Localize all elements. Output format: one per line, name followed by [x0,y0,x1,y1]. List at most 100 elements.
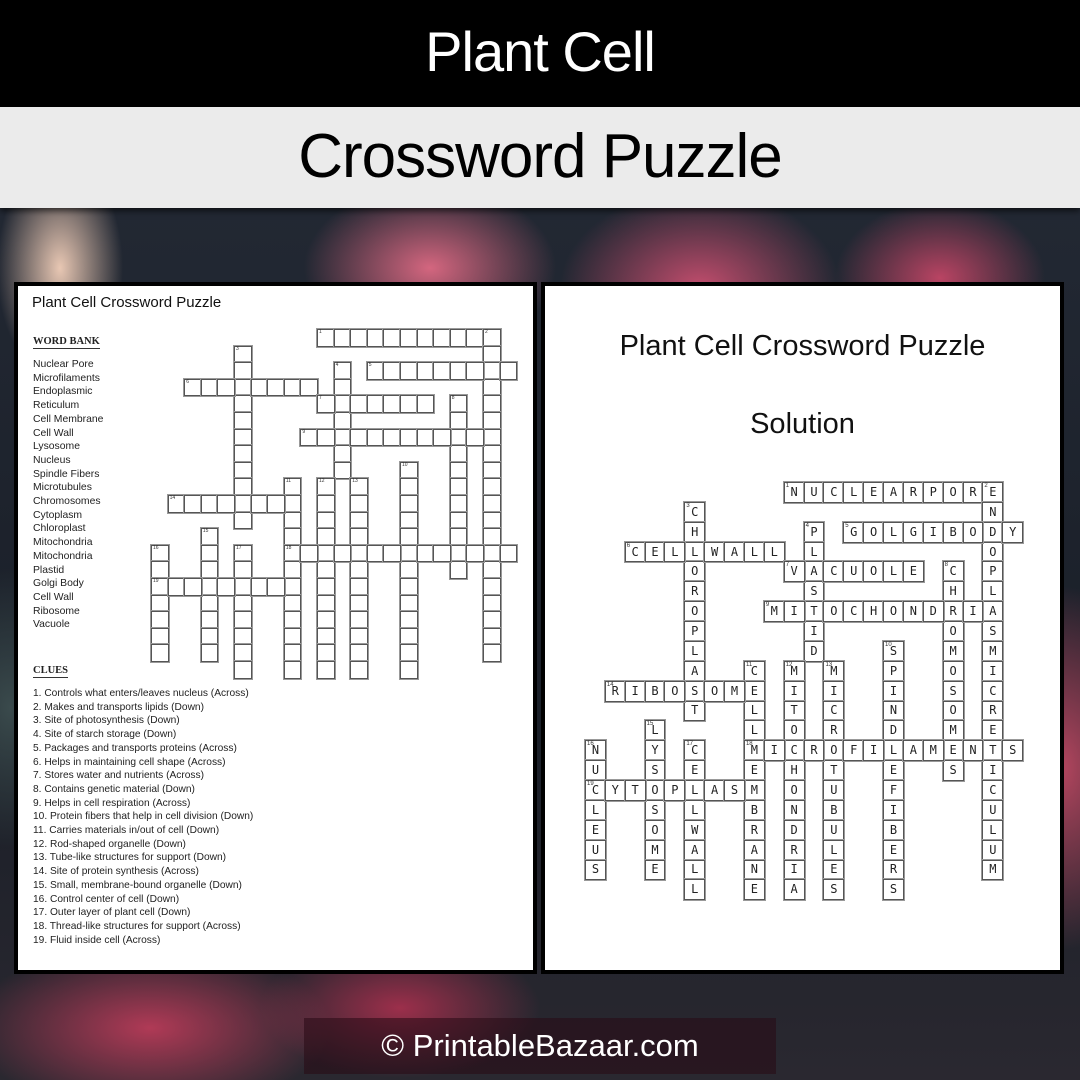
grid-cell[interactable] [332,411,353,431]
grid-cell[interactable] [482,344,502,365]
grid-cell[interactable] [216,494,236,514]
grid-cell[interactable] [448,494,469,514]
grid-cell[interactable] [282,593,303,614]
grid-cell[interactable]: 7 [316,394,336,414]
grid-cell[interactable] [498,543,519,564]
grid-cell[interactable] [233,610,253,630]
grid-cell[interactable] [399,328,419,348]
grid-cell[interactable]: 19 [150,577,170,597]
grid-cell[interactable] [482,560,502,580]
grid-cell[interactable] [199,494,220,514]
grid-cell[interactable] [233,660,253,680]
grid-cell[interactable] [349,328,369,348]
grid-cell[interactable] [183,577,203,597]
grid-cell[interactable]: 18 [282,543,303,564]
grid-cell[interactable] [166,577,187,597]
grid-cell[interactable] [316,494,336,514]
grid-cell[interactable] [233,444,253,464]
grid-cell[interactable]: 6 [183,377,203,398]
grid-cell[interactable] [150,593,170,614]
grid-cell[interactable] [399,494,419,514]
grid-cell[interactable]: 9 [299,427,319,448]
grid-cell[interactable] [282,377,303,398]
grid-cell[interactable] [382,427,402,448]
grid-cell[interactable] [266,377,286,398]
grid-cell[interactable] [150,643,170,663]
grid-cell[interactable] [365,394,386,414]
grid-cell[interactable] [482,543,502,564]
grid-cell[interactable] [482,361,502,381]
grid-cell[interactable] [399,560,419,580]
grid-cell[interactable] [233,626,253,647]
grid-cell[interactable] [482,577,502,597]
grid-cell[interactable]: 14 [166,494,187,514]
grid-cell[interactable] [332,394,353,414]
grid-cell[interactable] [498,361,519,381]
grid-cell[interactable] [233,510,253,531]
grid-cell[interactable] [399,626,419,647]
grid-cell[interactable] [399,427,419,448]
grid-cell[interactable] [415,361,436,381]
grid-cell[interactable] [432,361,452,381]
grid-cell[interactable] [349,577,369,597]
grid-cell[interactable] [183,494,203,514]
grid-cell[interactable] [233,411,253,431]
grid-cell[interactable] [349,610,369,630]
grid-cell[interactable] [282,610,303,630]
grid-cell[interactable] [216,577,236,597]
grid-cell[interactable] [282,660,303,680]
grid-cell[interactable] [482,477,502,497]
grid-cell[interactable] [233,477,253,497]
grid-cell[interactable] [415,328,436,348]
grid-cell[interactable]: 16 [150,543,170,564]
grid-cell[interactable] [349,494,369,514]
grid-cell[interactable]: 2 [482,328,502,348]
grid-cell[interactable] [316,577,336,597]
grid-cell[interactable] [448,427,469,448]
grid-cell[interactable] [349,427,369,448]
grid-cell[interactable] [465,361,485,381]
grid-cell[interactable]: 8 [448,394,469,414]
grid-cell[interactable] [282,527,303,547]
grid-cell[interactable] [282,643,303,663]
grid-cell[interactable] [299,377,319,398]
grid-cell[interactable]: 1 [316,328,336,348]
grid-cell[interactable] [349,394,369,414]
grid-cell[interactable] [482,593,502,614]
grid-cell[interactable] [382,394,402,414]
grid-cell[interactable] [316,560,336,580]
grid-cell[interactable] [199,560,220,580]
grid-cell[interactable] [482,427,502,448]
grid-cell[interactable]: 5 [365,361,386,381]
grid-cell[interactable] [332,328,353,348]
grid-cell[interactable] [482,494,502,514]
grid-cell[interactable] [199,626,220,647]
grid-cell[interactable] [316,660,336,680]
grid-cell[interactable] [282,560,303,580]
grid-cell[interactable] [448,560,469,580]
grid-cell[interactable] [399,477,419,497]
grid-cell[interactable] [233,577,253,597]
grid-cell[interactable] [349,593,369,614]
grid-cell[interactable] [216,377,236,398]
grid-cell[interactable] [233,643,253,663]
grid-cell[interactable] [399,643,419,663]
grid-cell[interactable] [365,328,386,348]
grid-cell[interactable] [432,427,452,448]
grid-cell[interactable] [332,460,353,481]
grid-cell[interactable] [150,610,170,630]
grid-cell[interactable] [316,543,336,564]
grid-cell[interactable] [199,377,220,398]
grid-cell[interactable] [316,593,336,614]
grid-cell[interactable] [482,510,502,531]
grid-cell[interactable] [233,427,253,448]
grid-cell[interactable] [448,444,469,464]
grid-cell[interactable] [399,610,419,630]
grid-cell[interactable] [448,460,469,481]
grid-cell[interactable] [448,527,469,547]
grid-cell[interactable] [316,610,336,630]
grid-cell[interactable] [233,593,253,614]
grid-cell[interactable] [349,527,369,547]
grid-cell[interactable] [448,411,469,431]
grid-cell[interactable] [432,543,452,564]
